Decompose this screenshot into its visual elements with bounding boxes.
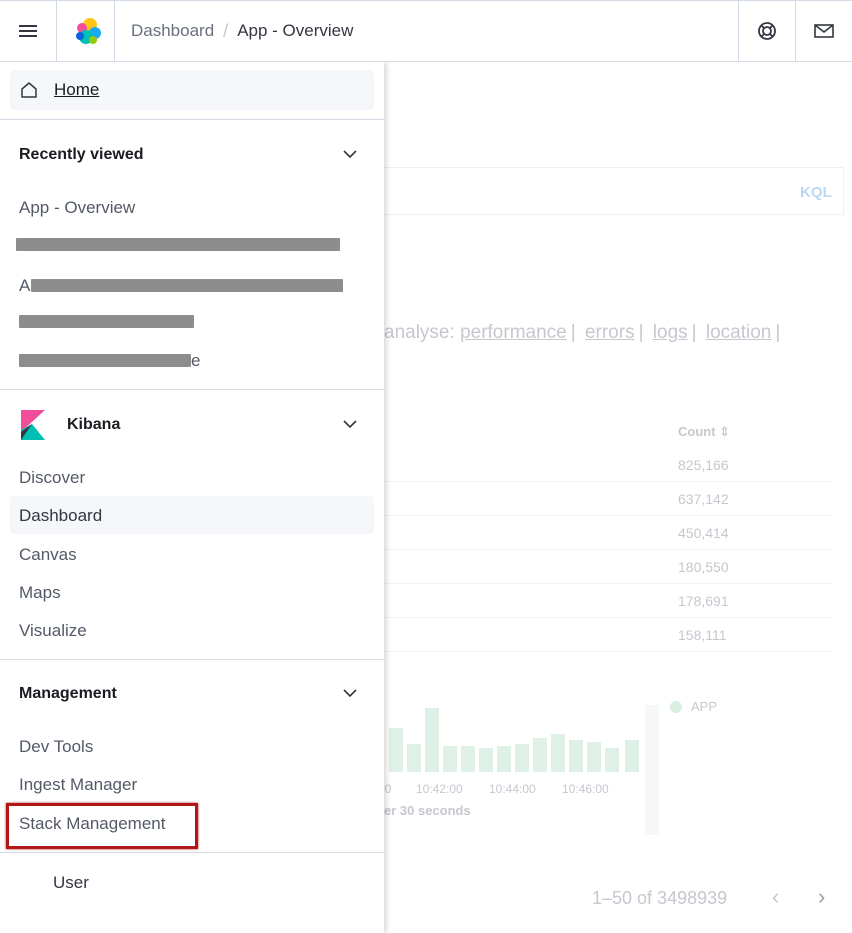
analyse-link-location[interactable]: location [706,322,772,343]
nav-item-maps[interactable]: Maps [19,583,61,603]
chart-tick-label: 10:46:00 [562,782,609,796]
menu-toggle-button[interactable] [0,1,56,61]
help-button[interactable] [739,1,795,61]
table-row: 158,111 [384,618,832,652]
chart-bar [407,744,421,772]
chart-bar [389,728,403,772]
pagination-prev-icon[interactable]: ‹ [772,884,779,910]
chart-bar [605,748,619,772]
news-feed-button[interactable] [796,1,852,61]
chart-bar [479,748,493,772]
legend-dot-icon [670,700,682,713]
top-header: Dashboard / App - Overview [0,0,852,62]
nav-divider [0,659,384,660]
recently-viewed-title[interactable]: Recently viewed [19,146,144,164]
chevron-down-icon[interactable] [343,420,357,429]
breadcrumb-separator: / [223,20,229,41]
chart-bar [569,740,583,772]
count-cell: 450,414 [678,525,729,541]
count-cell: 637,142 [678,491,729,507]
pagination-next-icon[interactable]: › [818,884,825,910]
kibana-section-title[interactable]: Kibana [67,416,120,434]
hamburger-menu-icon [19,22,37,40]
nav-divider [0,852,384,853]
nav-item-dashboard[interactable]: Dashboard [19,506,102,526]
chart-bar [551,734,565,772]
query-language-toggle[interactable]: KQL [800,184,832,201]
nav-divider [0,119,384,120]
nav-divider [0,389,384,390]
redaction-bar [31,279,343,292]
nav-item-canvas[interactable]: Canvas [19,545,77,565]
count-column-header[interactable]: Count ⇕ [678,424,730,440]
elastic-logo-icon [76,18,101,44]
chart-bar [587,742,601,772]
chart-legend[interactable]: APP [670,699,717,714]
table-row: 825,166 [384,448,832,482]
nav-home-label: Home [54,80,100,99]
analyse-label: analyse: [384,322,455,343]
chart-tick-label: 10:42:00 [416,782,463,796]
chevron-down-icon[interactable] [343,689,357,698]
nav-item-discover[interactable]: Discover [19,468,85,488]
chart-interval-label: er 30 seconds [384,803,471,818]
kibana-logo-icon [21,410,45,440]
chart-bar [443,746,457,772]
chart-bar [515,744,529,772]
table-row: 450,414 [384,516,832,550]
chart-bar [625,740,639,772]
redaction-bar [19,354,191,367]
header-divider [114,1,115,61]
chart-hover-column [645,705,659,835]
pagination-summary: 1–50 of 3498939 [592,888,728,908]
chart-bar [497,746,511,772]
nav-user-link[interactable]: User [53,873,89,893]
analyse-link-errors[interactable]: errors [585,322,635,343]
chart-bar [425,708,439,772]
analyse-link-performance[interactable]: performance [460,322,567,343]
breadcrumb-dashboard[interactable]: Dashboard [131,21,214,41]
count-cell: 158,111 [678,627,727,643]
query-bar[interactable] [384,167,844,215]
recent-item-prefix: A [19,276,31,295]
count-cell: 178,691 [678,593,729,609]
mail-icon [814,24,834,38]
count-cell: 180,550 [678,559,729,575]
chevron-down-icon[interactable] [343,150,357,159]
help-lifebuoy-icon [758,22,776,40]
nav-item-dev-tools[interactable]: Dev Tools [19,737,93,757]
stack-management-highlight-annotation [6,803,198,849]
chart-bar [461,746,475,772]
chart-tick-label: 10:44:00 [489,782,536,796]
redaction-bar [16,238,340,251]
chart-bar [533,738,547,772]
elastic-logo-link[interactable] [60,1,116,61]
count-cell: 825,166 [678,457,729,473]
recent-item-suffix: e [191,351,201,370]
management-section-title[interactable]: Management [19,685,117,703]
nav-item-visualize[interactable]: Visualize [19,621,87,641]
breadcrumb-current-page: App - Overview [237,21,354,40]
redaction-bar [19,315,194,328]
table-row: 180,550 [384,550,832,584]
analyse-links: analyse: performance | errors | logs | loca… [384,322,781,343]
nav-home-link[interactable]: Home [10,70,374,110]
header-divider [56,1,57,61]
nav-item-ingest-manager[interactable]: Ingest Manager [19,775,137,795]
breadcrumb: Dashboard / App - Overview [131,1,353,61]
home-icon [21,82,37,98]
table-row: 637,142 [384,482,832,516]
recent-item-app-overview[interactable]: App - Overview [19,198,135,218]
analyse-link-logs[interactable]: logs [653,322,688,343]
table-row: 178,691 [384,584,832,618]
side-nav-flyout: Home Recently viewed App - Overview A e … [0,62,384,933]
